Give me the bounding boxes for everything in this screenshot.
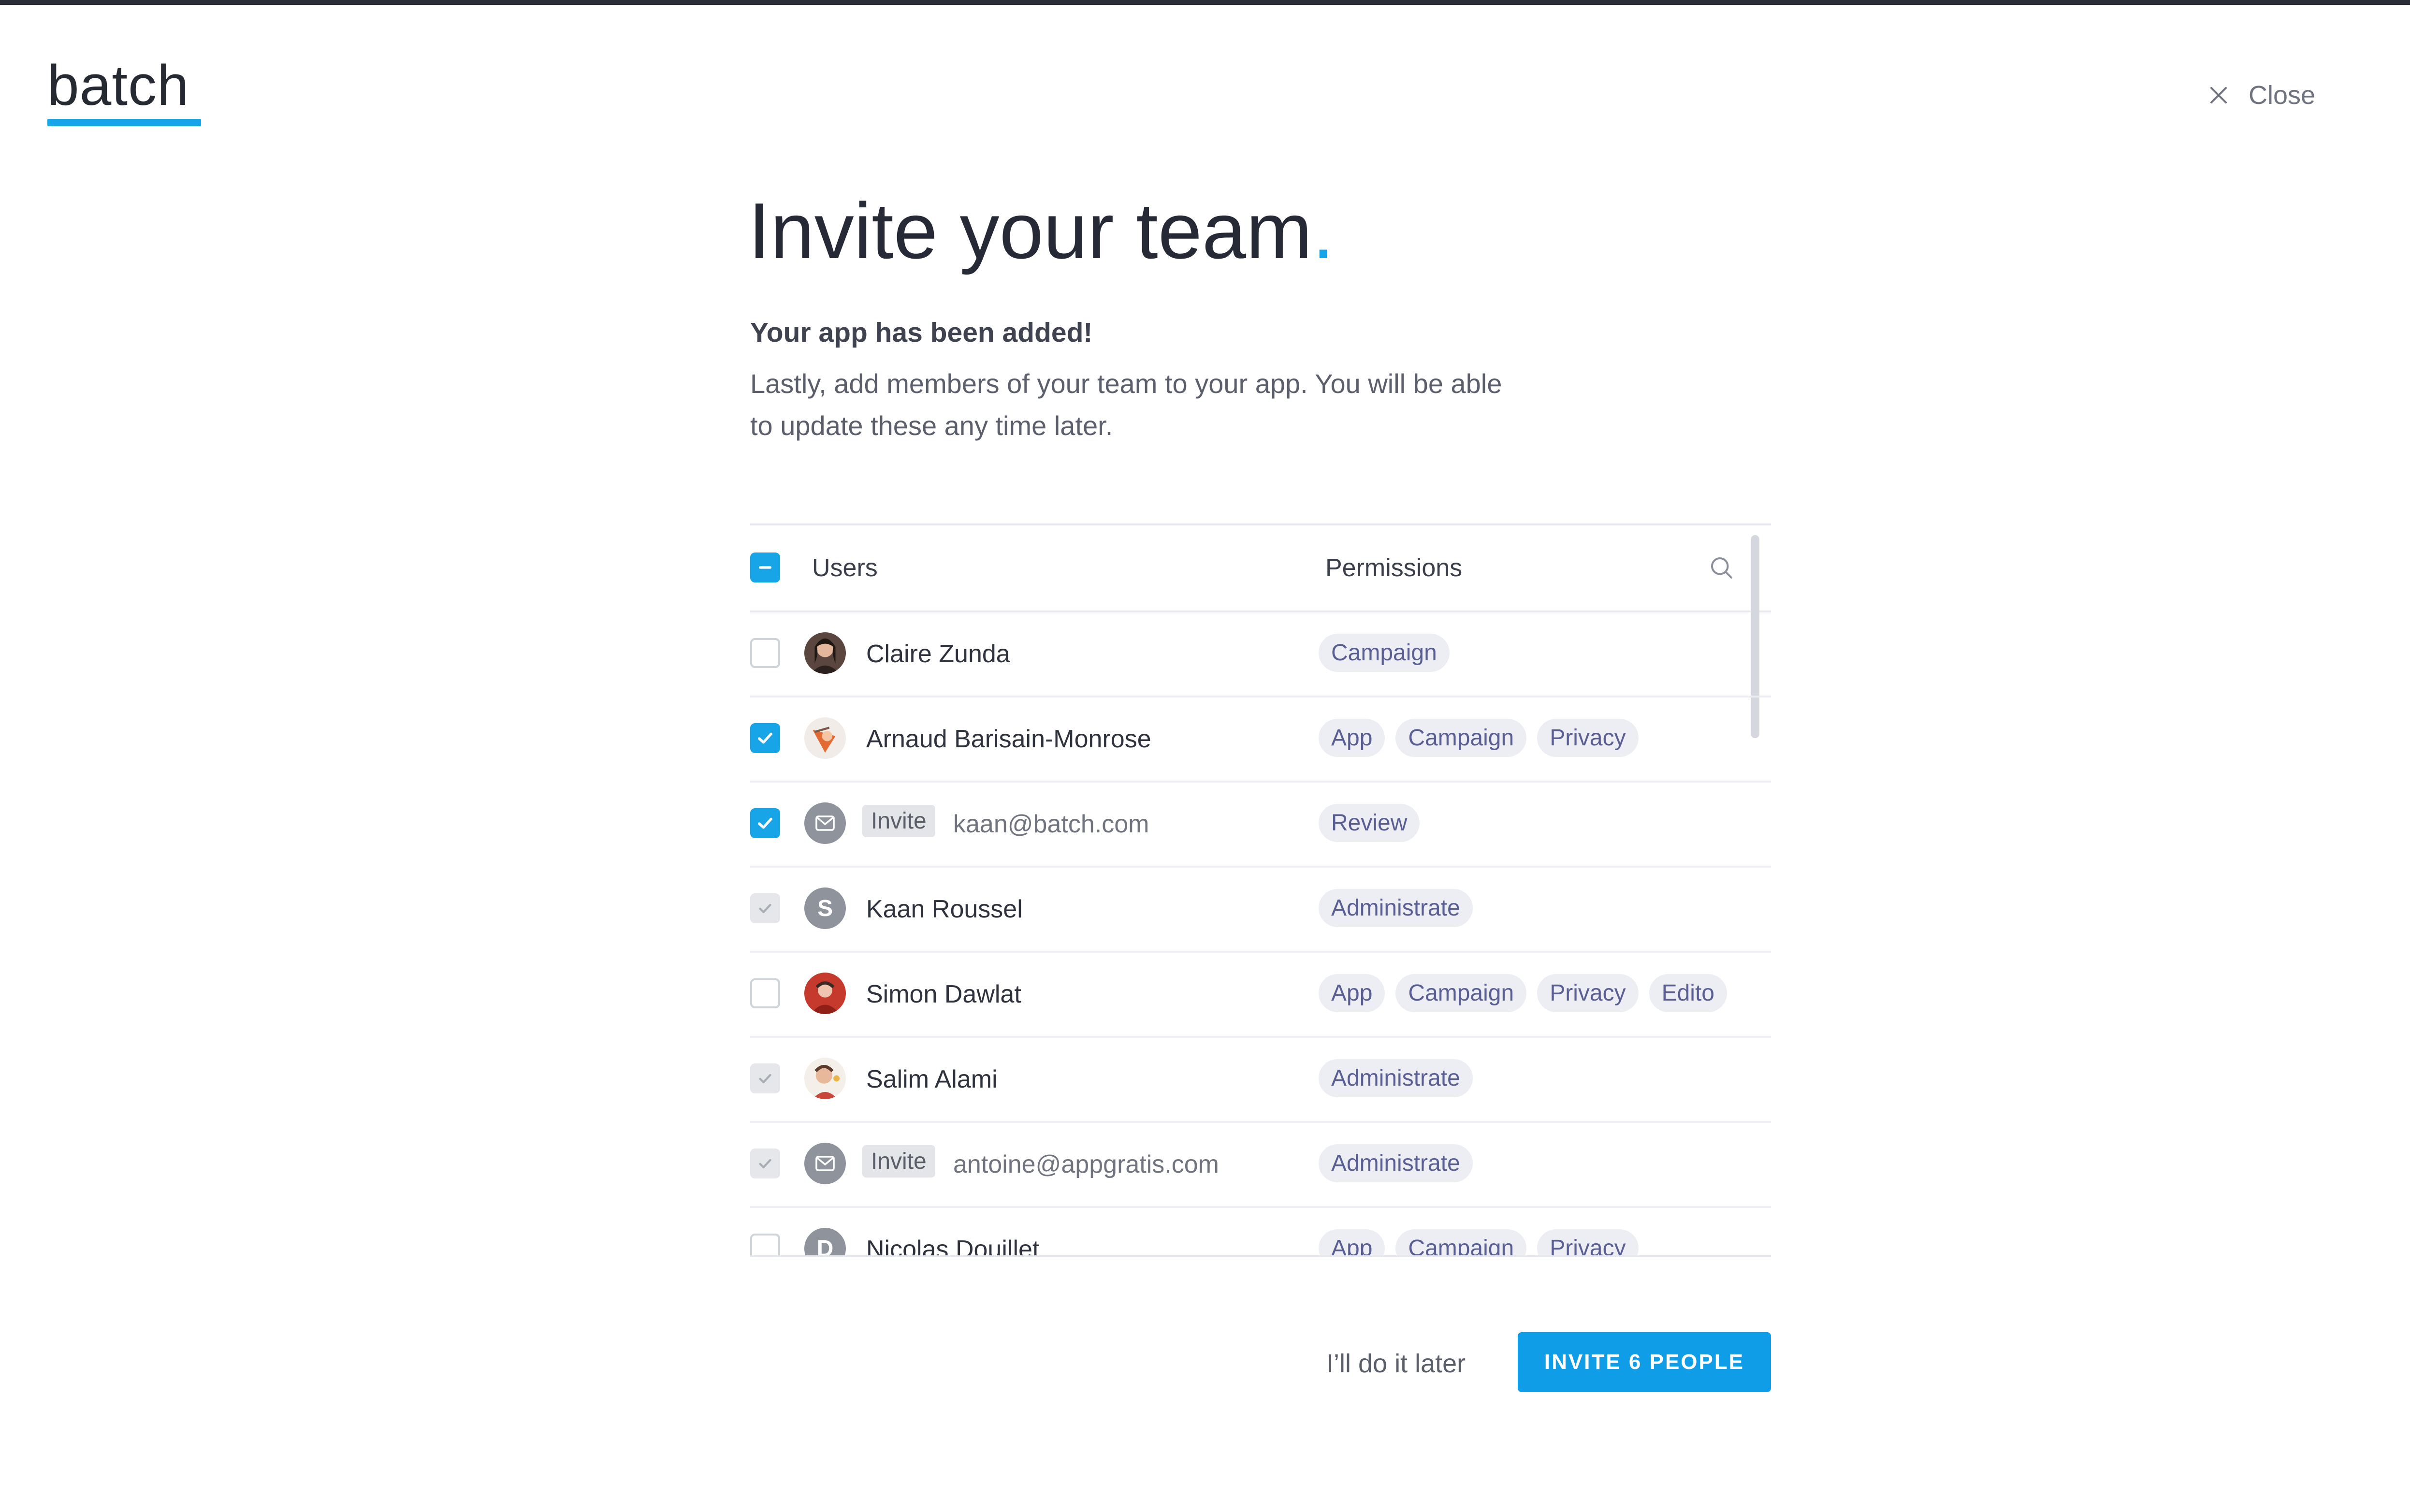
users-column-header: Users bbox=[812, 554, 878, 582]
user-name: Salim Alami bbox=[866, 1065, 998, 1093]
row-checkbox[interactable] bbox=[750, 638, 780, 668]
permission-tag: App bbox=[1319, 1229, 1385, 1255]
permission-tags: App Campaign Privacy bbox=[1319, 1229, 1649, 1255]
table-row[interactable]: Claire Zunda Campaign bbox=[750, 611, 1771, 698]
table-header: Users Permissions bbox=[750, 525, 1771, 612]
invite-email: antoine@appgratis.com bbox=[953, 1150, 1219, 1178]
page-title-text: Invite your team bbox=[748, 187, 1312, 275]
avatar bbox=[804, 717, 846, 759]
row-checkbox[interactable] bbox=[750, 893, 780, 923]
permission-tag: Campaign bbox=[1395, 1229, 1527, 1255]
avatar bbox=[804, 1143, 846, 1184]
user-name: Claire Zunda bbox=[866, 640, 1010, 668]
close-label: Close bbox=[2249, 81, 2316, 110]
row-checkbox[interactable] bbox=[750, 978, 780, 1008]
check-icon bbox=[759, 1159, 771, 1168]
row-checkbox[interactable] bbox=[750, 723, 780, 753]
permission-tag: Administrate bbox=[1319, 1059, 1473, 1097]
permission-tag: Administrate bbox=[1319, 1144, 1473, 1182]
permission-tag: Campaign bbox=[1395, 719, 1527, 757]
permission-tags: App Campaign Privacy Edito bbox=[1319, 974, 1738, 1012]
page-description: Lastly, add members of your team to your… bbox=[750, 368, 1502, 441]
select-all-checkbox[interactable] bbox=[750, 552, 780, 582]
permission-tags: Campaign bbox=[1319, 634, 1460, 672]
page-title: Invite your team. bbox=[748, 184, 1334, 279]
permission-tag: Review bbox=[1319, 804, 1420, 842]
search-icon[interactable] bbox=[1707, 553, 1736, 582]
check-icon bbox=[759, 1074, 771, 1083]
avatar bbox=[804, 632, 846, 674]
top-border bbox=[0, 0, 2410, 5]
invite-badge: Invite bbox=[862, 805, 935, 837]
table-row[interactable]: Simon Dawlat App Campaign Privacy Edito bbox=[750, 951, 1771, 1038]
permission-tags: Administrate bbox=[1319, 1144, 1483, 1182]
permission-tag: App bbox=[1319, 719, 1385, 757]
invite-email: kaan@batch.com bbox=[953, 810, 1149, 838]
title-dot: . bbox=[1312, 187, 1335, 275]
row-checkbox[interactable] bbox=[750, 1149, 780, 1178]
avatar: D bbox=[804, 1228, 846, 1255]
table-row[interactable]: Invite kaan@batch.com Review bbox=[750, 781, 1771, 868]
avatar bbox=[804, 973, 846, 1014]
permission-tag: Campaign bbox=[1319, 634, 1450, 672]
logo-underline bbox=[47, 119, 201, 126]
table-row[interactable]: Invite antoine@appgratis.com Administrat… bbox=[750, 1121, 1771, 1208]
permission-tag: Administrate bbox=[1319, 889, 1473, 927]
permission-tags: Review bbox=[1319, 804, 1430, 842]
mail-icon bbox=[815, 1156, 835, 1171]
batch-logo[interactable]: batch bbox=[47, 57, 201, 126]
page-subtitle: Your app has been added! bbox=[750, 317, 1093, 348]
table-row[interactable]: Arnaud Barisain-Monrose App Campaign Pri… bbox=[750, 696, 1771, 783]
mail-icon bbox=[815, 815, 835, 831]
row-checkbox[interactable] bbox=[750, 1063, 780, 1093]
permission-tag: Privacy bbox=[1537, 1229, 1639, 1255]
permission-tags: App Campaign Privacy bbox=[1319, 719, 1649, 757]
user-name: Arnaud Barisain-Monrose bbox=[866, 725, 1151, 753]
permission-tags: Administrate bbox=[1319, 1059, 1483, 1097]
permissions-column-header: Permissions bbox=[1325, 554, 1463, 582]
table-row[interactable]: Salim Alami Administrate bbox=[750, 1036, 1771, 1123]
close-button[interactable]: Close bbox=[2204, 80, 2315, 110]
user-name: Kaan Roussel bbox=[866, 895, 1023, 923]
permission-tags: Administrate bbox=[1319, 889, 1483, 927]
invite-badge: Invite bbox=[862, 1145, 935, 1178]
user-name: Simon Dawlat bbox=[866, 980, 1021, 1008]
row-checkbox[interactable] bbox=[750, 1234, 780, 1255]
permission-tag: Privacy bbox=[1537, 719, 1639, 757]
close-icon bbox=[2210, 87, 2227, 103]
avatar: S bbox=[804, 887, 846, 929]
do-it-later-link[interactable]: I’ll do it later bbox=[1326, 1349, 1466, 1379]
permission-tag: Edito bbox=[1649, 974, 1727, 1012]
table-row[interactable]: D Nicolas Douillet App Campaign Privacy bbox=[750, 1206, 1771, 1257]
avatar bbox=[804, 802, 846, 844]
team-table: Users Permissions Claire Zunda Campaign … bbox=[750, 523, 1771, 1257]
logo-text: batch bbox=[47, 54, 189, 117]
invite-people-button[interactable]: INVITE 6 PEOPLE bbox=[1518, 1332, 1771, 1392]
permission-tag: Campaign bbox=[1395, 974, 1527, 1012]
permission-tag: App bbox=[1319, 974, 1385, 1012]
check-icon bbox=[758, 817, 772, 829]
table-row[interactable]: S Kaan Roussel Administrate bbox=[750, 866, 1771, 953]
check-icon bbox=[758, 732, 772, 744]
permission-tag: Privacy bbox=[1537, 974, 1639, 1012]
user-name: Nicolas Douillet bbox=[866, 1236, 1040, 1257]
row-checkbox[interactable] bbox=[750, 808, 780, 838]
avatar bbox=[804, 1058, 846, 1099]
minus-icon bbox=[758, 566, 772, 569]
check-icon bbox=[759, 903, 771, 913]
